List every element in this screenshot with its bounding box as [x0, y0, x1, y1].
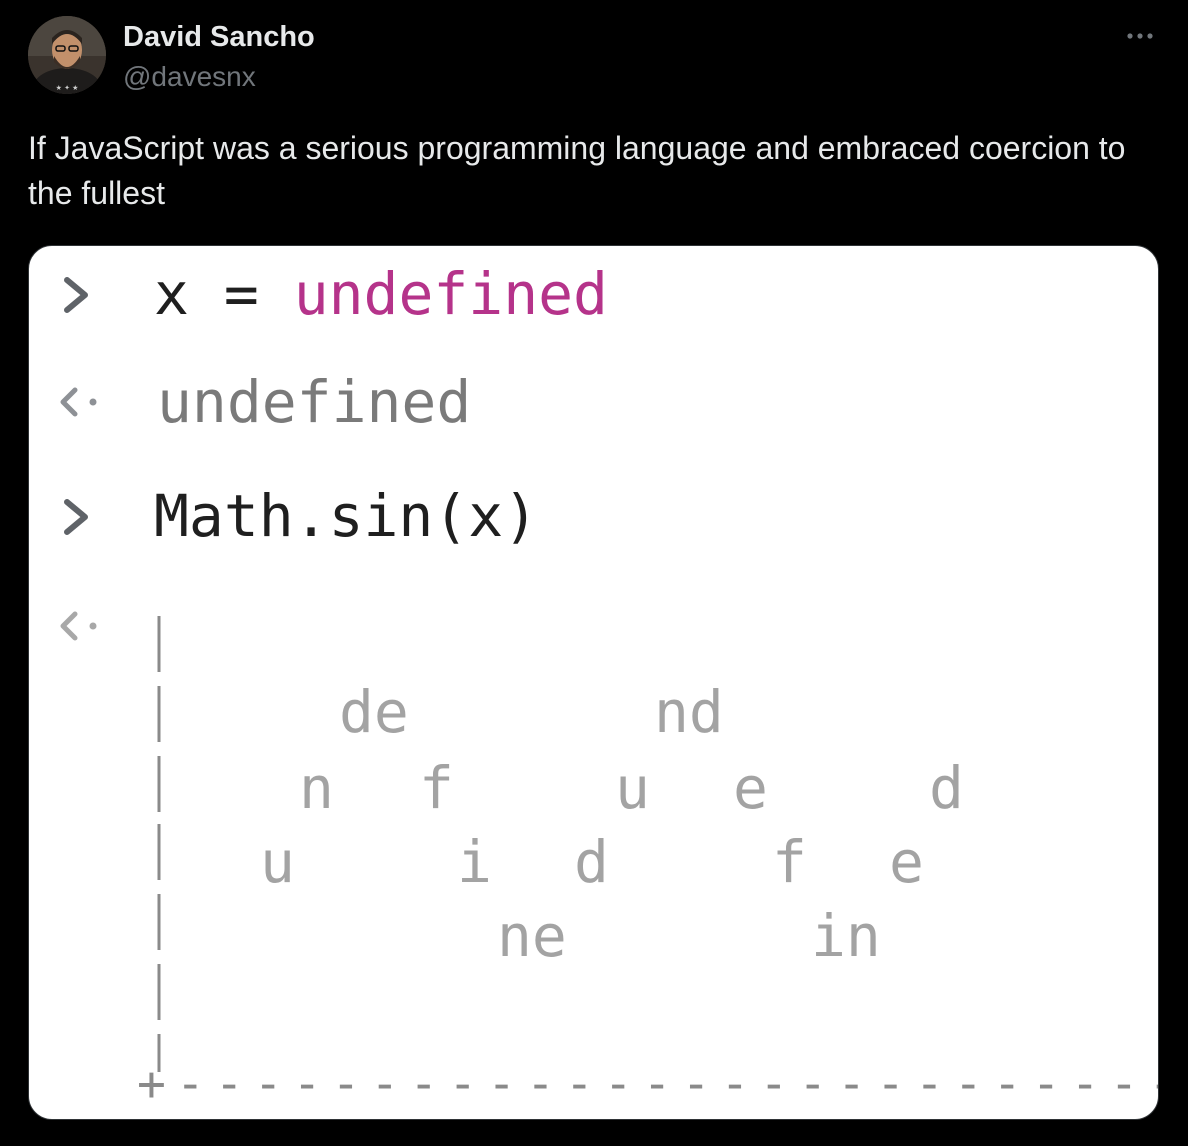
ascii-plot-glyphs: de nd n f u e d u i d f e ne in [260, 678, 964, 970]
console-input-row: x = undefined [64, 260, 608, 328]
console-output-row [60, 611, 97, 641]
tweet-text: If JavaScript was a serious programming … [28, 130, 1126, 211]
chevron-right-icon [64, 499, 88, 535]
svg-text:★ ✦ ★: ★ ✦ ★ [56, 84, 79, 92]
console-output-row: undefined [60, 368, 471, 436]
plot-glyph: f [419, 754, 454, 822]
console-input-row: Math.sin(x) [64, 482, 538, 550]
console-output-text: undefined [157, 368, 471, 436]
console-input-keyword: undefined [294, 260, 608, 328]
plot-glyph: u [615, 754, 650, 822]
plot-glyph: d [929, 754, 964, 822]
return-arrow-icon [60, 611, 97, 641]
plot-glyph: in [811, 902, 881, 970]
ascii-sine-plot: de nd n f u e d u i d f e ne in +-------… [137, 616, 1158, 1112]
console-screenshot: x = undefined undefined Math.sin(x) de n… [60, 260, 1158, 1112]
ascii-x-axis: +-------------------------- [137, 1056, 1158, 1112]
tweet-media-image[interactable]: x = undefined undefined Math.sin(x) de n… [28, 245, 1159, 1120]
plot-glyph: i [457, 828, 492, 896]
avatar[interactable]: ★ ✦ ★ [28, 16, 106, 94]
console-input-text: x = undefined [154, 260, 608, 328]
plot-glyph: d [574, 828, 609, 896]
console-input-text: Math.sin(x) [154, 482, 538, 550]
plot-glyph: de [339, 678, 409, 746]
plot-glyph: nd [654, 678, 724, 746]
more-horizontal-icon [1127, 33, 1153, 39]
plot-glyph: e [889, 828, 924, 896]
plot-glyph: f [772, 828, 807, 896]
plot-glyph: n [299, 754, 334, 822]
plot-glyph: ne [497, 902, 567, 970]
more-options-button[interactable] [1118, 24, 1162, 50]
plot-glyph: e [733, 754, 768, 822]
user-avatar-image: ★ ✦ ★ [28, 16, 106, 94]
author-name[interactable]: David Sancho [123, 20, 315, 54]
return-arrow-icon [60, 387, 97, 417]
chevron-right-icon [64, 277, 88, 313]
author-handle[interactable]: @davesnx [123, 60, 256, 94]
plot-glyph: u [260, 828, 295, 896]
console-input-assignment: x = [154, 260, 294, 328]
